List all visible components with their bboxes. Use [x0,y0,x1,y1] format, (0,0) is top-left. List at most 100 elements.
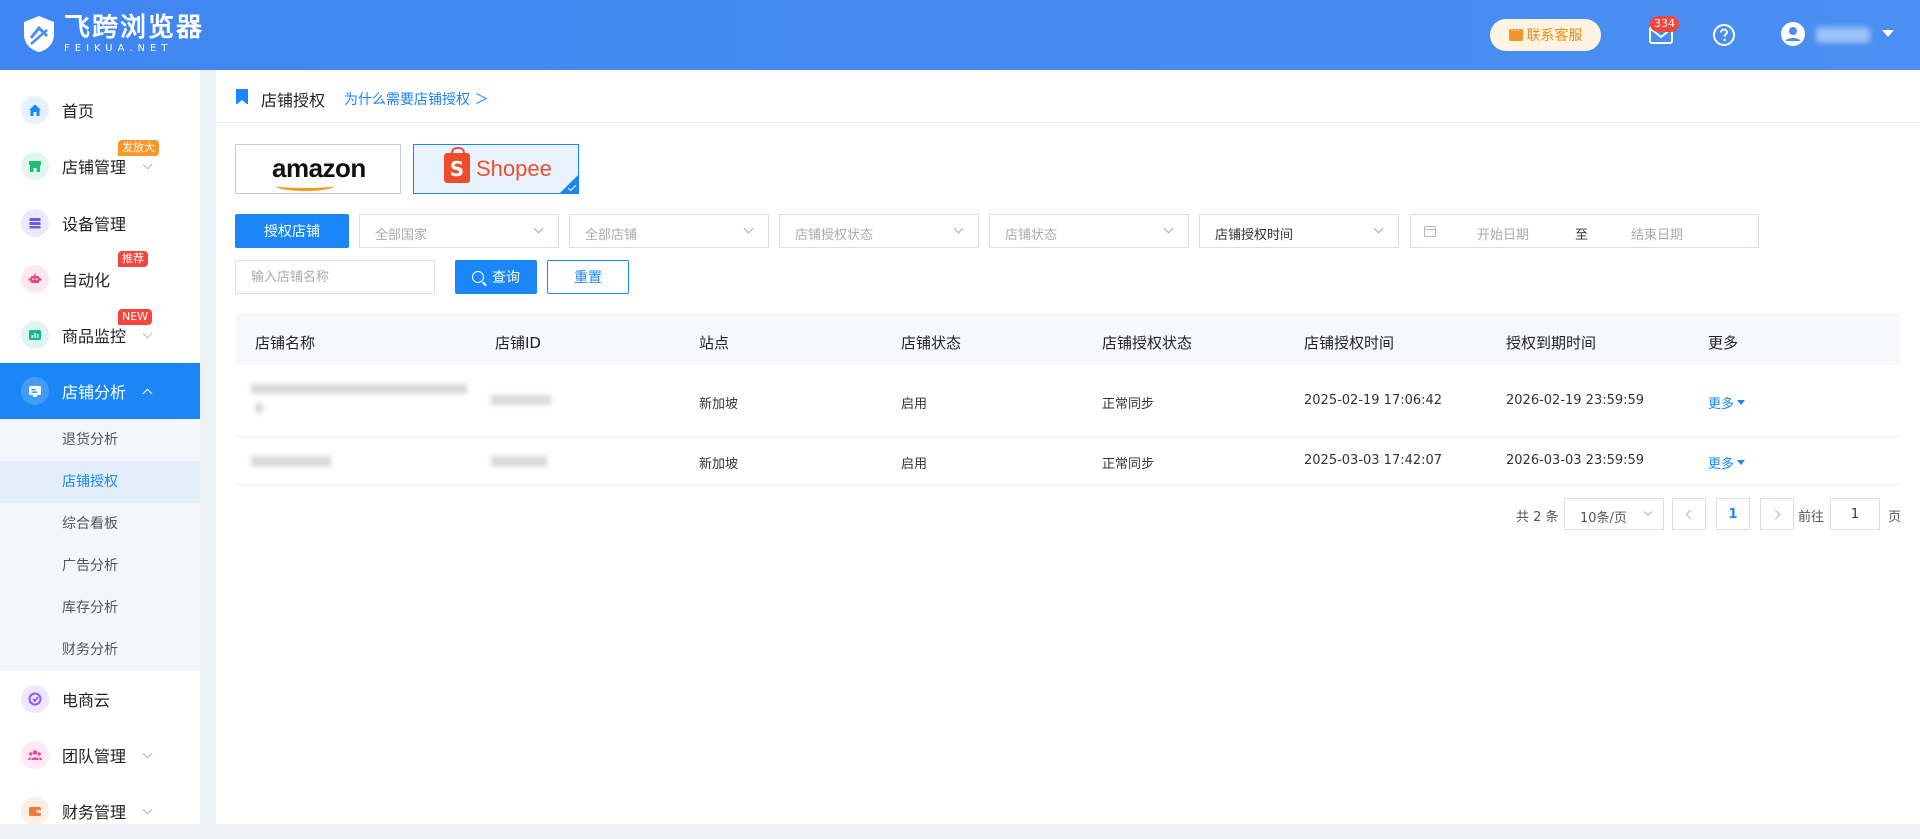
country-select[interactable]: 全部国家 [359,214,559,248]
wallet-icon [21,797,49,825]
column-header: 店铺名称 [255,334,316,352]
calendar-icon [1424,226,1436,237]
logo-shield-icon [24,16,54,52]
store-status-select[interactable]: 店铺状态 [989,214,1189,248]
platform-shopee-card[interactable]: S Shopee [413,144,579,194]
store-icon [21,152,49,180]
submenu-item-dashboard[interactable]: 综合看板 [0,503,200,545]
sidebar-item-store-management[interactable]: 店铺管理 发放大 [0,138,200,194]
sidebar-item-home[interactable]: 首页 [0,82,200,138]
sidebar-item-team-management[interactable]: 团队管理 [0,727,200,783]
monitor-icon [21,321,49,349]
shopee-logo-text: Shopee [476,156,552,181]
more-actions-dropdown[interactable]: 更多 [1708,393,1746,412]
date-end-input[interactable]: 结束日期 [1631,224,1683,243]
platform-amazon-card[interactable]: amazon [235,144,401,194]
auth-status-cell: 正常同步 [1102,397,1155,412]
date-range-picker[interactable]: 开始日期 至 结束日期 [1410,214,1759,248]
auth-time-cell: 2025-03-03 17:42:07 [1304,453,1443,468]
reset-button[interactable]: 重置 [547,260,629,294]
site-cell: 新加坡 [699,457,739,472]
chevron-down-icon [1373,223,1384,234]
new-badge: NEW [118,309,153,325]
page-size-select[interactable]: 10条/页 [1564,498,1664,530]
bookmark-icon [236,89,248,105]
store-name-input[interactable] [235,260,435,294]
country-select-placeholder: 全部国家 [375,228,428,243]
time-type-select[interactable]: 店铺授权时间 [1199,214,1399,248]
submenu-item-store-authorization[interactable]: 店铺授权 [0,461,200,503]
sidebar-item-device-management[interactable]: 设备管理 [0,195,200,251]
site-cell: 新加坡 [699,397,739,412]
chat-icon [1508,23,1523,41]
submenu-item-inventory-analysis[interactable]: 库存分析 [0,587,200,629]
auth-time-cell: 2025-02-19 17:06:42 [1304,393,1443,408]
logo[interactable]: 飞跨浏览器 FEIKUA.NET [22,14,204,54]
more-actions-label: 更多 [1708,397,1735,412]
store-select[interactable]: 全部店铺 [569,214,769,248]
goto-page-input[interactable] [1830,498,1880,530]
sidebar-item-label: 设备管理 [62,215,127,234]
more-actions-dropdown[interactable]: 更多 [1708,453,1746,472]
sidebar-item-automation[interactable]: 自动化 推荐 [0,251,200,307]
page-number-button[interactable]: 1 [1716,498,1750,530]
auth-status-select-placeholder: 店铺授权状态 [795,228,874,243]
caret-down-icon [1737,400,1746,405]
chevron-down-icon [142,328,153,338]
recommend-badge: 推荐 [118,251,148,267]
caret-down-icon [1737,460,1746,465]
sidebar-item-product-monitoring[interactable]: 商品监控 NEW [0,307,200,363]
store-select-placeholder: 全部店铺 [585,228,638,243]
submenu-item-finance-analysis[interactable]: 财务分析 [0,629,200,671]
main-content: 店铺授权 为什么需要店铺授权 ＞ amazon S Shopee 授权店铺 全部… [216,70,1920,824]
sidebar-item-finance-management[interactable]: 财务管理 [0,783,200,839]
more-actions-label: 更多 [1708,457,1735,472]
store-id-redacted [491,456,547,467]
chevron-down-icon [533,223,544,234]
logo-name: 飞跨浏览器 [64,12,205,43]
user-menu-caret-icon[interactable] [1882,30,1894,37]
column-header: 店铺授权时间 [1304,334,1395,352]
store-id-redacted [491,395,551,405]
auth-status-select[interactable]: 店铺授权状态 [779,214,979,248]
next-page-button[interactable] [1760,498,1794,530]
column-header: 更多 [1708,334,1739,352]
query-button-label: 查询 [492,270,520,286]
submenu-item-returns-analysis[interactable]: 退货分析 [0,419,200,461]
device-icon [21,209,49,237]
store-status-select-placeholder: 店铺状态 [1005,228,1058,243]
query-button[interactable]: 查询 [455,260,537,294]
contact-support-button[interactable]: 联系客服 [1490,19,1601,51]
page-size-value: 10条/页 [1580,511,1627,526]
time-type-select-value: 店铺授权时间 [1215,228,1294,243]
date-start-input[interactable]: 开始日期 [1477,224,1529,243]
breadcrumb: 店铺授权 为什么需要店铺授权 ＞ [216,70,1920,123]
prev-page-button[interactable] [1672,498,1706,530]
sidebar-item-store-analysis[interactable]: 店铺分析 [0,363,200,419]
auth-status-cell: 正常同步 [1102,457,1155,472]
submenu-item-ad-analysis[interactable]: 广告分析 [0,545,200,587]
why-authorize-link[interactable]: 为什么需要店铺授权 ＞ [344,89,488,109]
chevron-down-icon [142,159,153,169]
chevron-down-icon [953,223,964,234]
expire-time-cell: 2026-03-03 23:59:59 [1506,453,1645,468]
page-suffix: 页 [1888,510,1902,525]
store-status-cell: 启用 [901,397,928,412]
sidebar-item-label: 财务管理 [62,803,127,822]
store-analysis-submenu: 退货分析 店铺授权 综合看板 广告分析 库存分析 财务分析 [0,419,200,671]
chevron-down-icon [1163,223,1174,234]
amazon-logo-text: amazon [272,153,366,183]
page-title: 店铺授权 [261,91,326,110]
column-header: 店铺ID [495,334,541,352]
cloud-icon [21,685,49,713]
logo-subtitle: FEIKUA.NET [64,42,173,54]
column-header: 店铺状态 [901,334,962,352]
help-icon[interactable] [1712,23,1736,47]
username-redacted[interactable] [1816,27,1870,43]
home-icon [21,96,49,124]
authorize-store-button[interactable]: 授权店铺 [235,214,349,248]
table-header: 店铺名称 店铺ID 站点 店铺状态 店铺授权状态 店铺授权时间 授权到期时间 更… [235,314,1900,365]
user-avatar-icon[interactable] [1780,21,1806,47]
sidebar-item-ecommerce-cloud[interactable]: 电商云 [0,671,200,727]
shopee-bag-icon: S [444,147,470,183]
